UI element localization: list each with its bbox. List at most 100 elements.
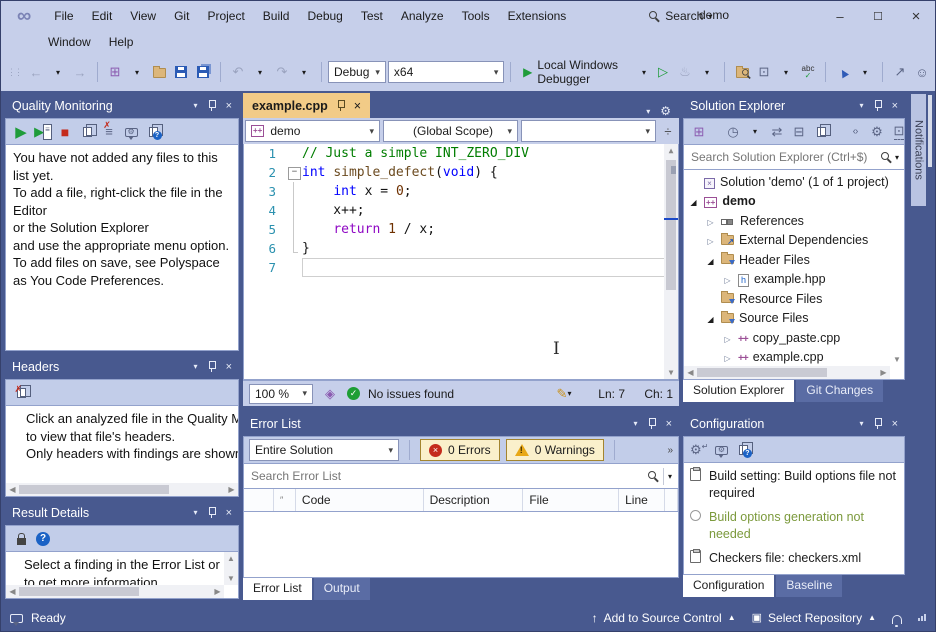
show-all-files-icon[interactable]: ⊡	[890, 122, 908, 142]
preview-code-icon[interactable]: ‹›	[846, 122, 864, 142]
tab-example-cpp[interactable]: example.cpp ×	[243, 93, 370, 118]
horizontal-scrollbar[interactable]: ◀▶	[6, 483, 238, 496]
expander-closed-icon[interactable]: ▷	[705, 233, 716, 247]
right-tab-git-changes[interactable]: Git Changes	[796, 380, 883, 402]
hot-reload-icon[interactable]: ♨	[676, 62, 694, 82]
menu-item-build[interactable]: Build	[254, 7, 299, 25]
menu-item-extensions[interactable]: Extensions	[499, 7, 576, 25]
code-line-1[interactable]: 1// Just a simple INT_ZERO_DIV	[244, 144, 678, 163]
tree-item-resource-files[interactable]: Resource Files	[684, 289, 890, 309]
scope-dropdown[interactable]: (Global Scope)▾	[383, 120, 518, 142]
window-position-icon[interactable]: ▾	[860, 101, 864, 110]
column-header-code[interactable]: Code	[296, 489, 424, 511]
help-book-icon[interactable]: ?	[734, 440, 752, 460]
pin-icon[interactable]	[207, 100, 217, 111]
solution-explorer-search-input[interactable]	[686, 150, 881, 164]
window-position-icon[interactable]: ▾	[634, 419, 638, 428]
new-project-icon[interactable]: ⊞	[106, 62, 124, 82]
nav-forward-icon[interactable]: →	[71, 62, 89, 82]
horizontal-scrollbar[interactable]: ◀▶	[684, 366, 890, 379]
run-all-analyses-icon[interactable]: ▶≡	[34, 122, 52, 142]
tree-item-references[interactable]: ▷References	[684, 211, 890, 231]
add-to-source-control-button[interactable]: ↑ Add to Source Control ▲	[592, 611, 736, 625]
stop-analysis-icon[interactable]: ■	[56, 122, 74, 142]
select-repository-button[interactable]: ▣ Select Repository ▲	[752, 611, 876, 625]
pin-icon[interactable]	[647, 418, 657, 429]
horizontal-scrollbar[interactable]: ◀▶	[6, 585, 224, 598]
expander-closed-icon[interactable]: ▷	[722, 331, 733, 345]
maximize-button[interactable]: ☐	[859, 1, 897, 31]
config-tab-baseline[interactable]: Baseline	[776, 575, 842, 597]
pending-changes-filter-icon[interactable]: ◷	[724, 122, 742, 142]
editor-vertical-scrollbar[interactable]: ▲▼	[664, 144, 678, 379]
solution-configurations-combo[interactable]: Debug▾	[328, 61, 386, 83]
start-debugging-button[interactable]: ▶ Local Windows Debugger ▾	[517, 60, 652, 84]
polyspace-status-icon[interactable]: ◈	[321, 384, 339, 404]
undo-icon[interactable]: ↶	[229, 62, 247, 82]
tree-item-header-files[interactable]: ◢Header Files	[684, 250, 890, 270]
config-tab-configuration[interactable]: Configuration	[683, 575, 774, 597]
dropdown-icon[interactable]: ▾	[856, 62, 874, 82]
member-dropdown[interactable]: ▾	[521, 120, 656, 142]
run-analysis-icon[interactable]: ▶	[12, 122, 30, 142]
dropdown-icon[interactable]: ▾	[295, 62, 313, 82]
close-icon[interactable]: ×	[226, 361, 232, 373]
feedback-bubble-icon[interactable]	[10, 614, 23, 623]
expander-closed-icon[interactable]: ▷	[722, 350, 733, 364]
remove-all-files-icon[interactable]: ≡✗	[100, 122, 118, 142]
feedback-icon[interactable]: ☺	[913, 62, 931, 82]
zoom-level-combo[interactable]: 100 %▾	[249, 384, 313, 404]
close-icon[interactable]: ×	[354, 99, 361, 113]
menu-item-test[interactable]: Test	[352, 7, 392, 25]
tree-item-demo[interactable]: ◢++demo	[684, 192, 890, 212]
right-tab-solution-explorer[interactable]: Solution Explorer	[683, 380, 794, 402]
sync-with-active-document-icon[interactable]: ⇄	[768, 122, 786, 142]
expander-open-icon[interactable]: ◢	[688, 194, 699, 208]
menu-item-git[interactable]: Git	[165, 7, 198, 25]
tree-item-copy-paste-cpp[interactable]: ▷++copy_paste.cpp	[684, 328, 890, 348]
open-folder-icon[interactable]	[150, 62, 168, 82]
suppression-column-header[interactable]: ″	[274, 489, 296, 511]
bottom-tab-output[interactable]: Output	[314, 578, 370, 600]
select-tool-icon[interactable]: ▲	[834, 62, 852, 82]
toolbar-overflow-icon[interactable]: »	[667, 445, 673, 456]
pin-icon[interactable]	[873, 100, 883, 111]
dropdown-icon[interactable]: ▾	[251, 62, 269, 82]
close-icon[interactable]: ×	[666, 418, 672, 430]
copy-icon[interactable]	[78, 122, 96, 142]
column-header-line[interactable]: Line	[619, 489, 665, 511]
code-line-7[interactable]: 7	[244, 258, 678, 277]
project-dropdown[interactable]: ++ demo▾	[245, 120, 380, 142]
menu-item-tools[interactable]: Tools	[453, 7, 499, 25]
dropdown-icon[interactable]: ▾	[746, 122, 764, 142]
collapse-region-icon[interactable]	[288, 163, 302, 182]
chevron-down-icon[interactable]: ▾	[663, 468, 676, 485]
expander-closed-icon[interactable]: ▷	[705, 214, 716, 228]
close-icon[interactable]: ×	[892, 100, 898, 112]
split-window-icon[interactable]: ÷	[659, 121, 677, 141]
window-position-icon[interactable]: ▾	[860, 419, 864, 428]
tree-item-source-files[interactable]: ◢Source Files	[684, 309, 890, 329]
dropdown-icon[interactable]: ▾	[698, 62, 716, 82]
dropdown-icon[interactable]: ▾	[777, 62, 795, 82]
menu-item-view[interactable]: View	[121, 7, 165, 25]
search-icon[interactable]	[648, 471, 659, 482]
dropdown-icon[interactable]: ▾	[128, 62, 146, 82]
menu-item-debug[interactable]: Debug	[298, 7, 351, 25]
dropdown-icon[interactable]: ▾	[49, 62, 67, 82]
configuration-item[interactable]: Build setting: Build options file not re…	[684, 463, 904, 504]
errors-toggle-button[interactable]: × 0 Errors	[420, 439, 500, 461]
pin-icon[interactable]	[336, 100, 346, 111]
spell-check-icon[interactable]: abc✓	[799, 62, 817, 82]
tree-item-example-hpp[interactable]: ▷hexample.hpp	[684, 270, 890, 290]
pin-icon[interactable]	[207, 361, 217, 372]
chevron-down-icon[interactable]: ▾	[892, 149, 902, 166]
code-line-5[interactable]: 5 return 1 / x;	[244, 220, 678, 239]
code-editor[interactable]: ▲▼ 1// Just a simple INT_ZERO_DIV2int si…	[243, 144, 679, 380]
pin-icon[interactable]	[873, 418, 883, 429]
extract-build-options-icon[interactable]: ⚙↵	[690, 440, 708, 460]
menu-item-file[interactable]: File	[45, 7, 82, 25]
search-icon[interactable]	[881, 152, 892, 163]
close-icon[interactable]: ×	[892, 418, 898, 430]
configure-project-icon[interactable]: ⚙	[712, 440, 730, 460]
